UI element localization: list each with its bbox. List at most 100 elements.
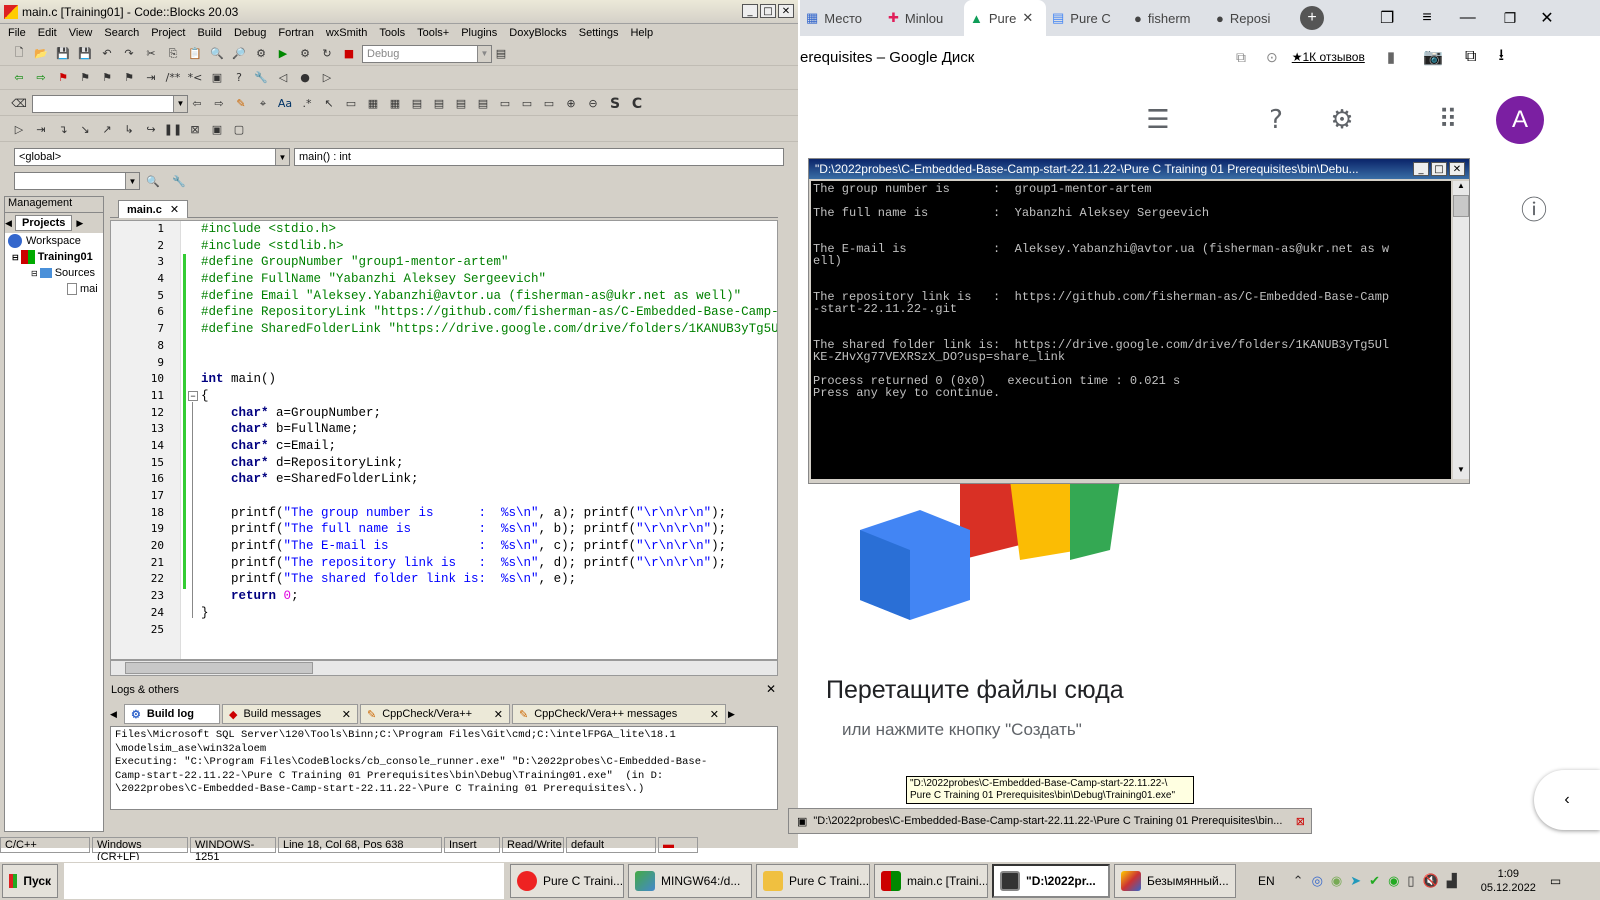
minimize-icon[interactable]: — [1460,9,1476,27]
copy-icon[interactable]: ⎘ [164,45,182,63]
sizer2-icon[interactable]: ▤ [430,95,448,113]
scroll-down-icon[interactable]: ▼ [1453,465,1469,479]
select-icon[interactable]: ⌖ [254,95,272,113]
bookmarks-icon[interactable]: ❐ [1380,8,1394,28]
back-icon[interactable]: ⇦ [10,69,28,87]
signal-icon[interactable]: ▟ [1447,873,1457,889]
step-back-icon[interactable]: ◁ [274,69,292,87]
space1-icon[interactable]: ▭ [496,95,514,113]
space2-icon[interactable]: ▭ [518,95,536,113]
step-forward-icon[interactable]: ▷ [318,69,336,87]
pointer-icon[interactable]: ↖ [320,95,338,113]
cut-icon[interactable]: ✂ [142,45,160,63]
zoom-in-icon[interactable]: ⊕ [562,95,580,113]
search-combo[interactable]: ▼ [14,172,140,190]
scroll-thumb[interactable] [125,662,313,674]
horizontal-scrollbar[interactable] [110,660,778,676]
menu-doxyblocks[interactable]: DoxyBlocks [509,27,566,39]
function-select[interactable]: main() : int [294,148,784,166]
chevron-left-icon[interactable]: ‹ [1534,770,1600,830]
step-into-icon[interactable]: ↘ [76,121,94,139]
menu-view[interactable]: View [69,27,93,39]
menu-edit[interactable]: Edit [38,27,57,39]
avatar[interactable]: A [1496,96,1544,144]
uncomment-icon[interactable]: *< [186,69,204,87]
menu-file[interactable]: File [8,27,26,39]
browser-tab[interactable]: ✚ Minlou [882,0,964,36]
regex-icon[interactable]: .* [298,95,316,113]
tab-right-icon[interactable]: ▶ [76,218,86,229]
paste-icon[interactable]: 📋 [186,45,204,63]
tree-workspace[interactable]: Workspace [5,233,103,249]
tab-build-log[interactable]: ⚙ Build log [124,704,220,724]
restore-button[interactable]: □ [1431,162,1447,176]
tree-sources[interactable]: ⊟ Sources [5,265,103,281]
prev-icon[interactable]: ⇦ [188,95,206,113]
menu-tools-plus[interactable]: Tools+ [417,27,449,39]
search-settings-icon[interactable]: 🔧 [170,172,188,190]
browser-tab[interactable]: ● fisherm [1128,0,1210,36]
scope-select[interactable]: <global> ▼ [14,148,290,166]
highlight-icon[interactable]: ✎ [232,95,250,113]
collapse-icon[interactable]: ⊟ [12,253,19,262]
close-icon[interactable]: ✕ [1022,10,1033,26]
tab-main-c[interactable]: main.c ✕ [118,200,189,218]
close-icon[interactable]: ✕ [766,682,776,696]
run-icon[interactable]: ▶ [274,45,292,63]
menu-tools[interactable]: Tools [379,27,405,39]
start-button[interactable]: Пуск [2,864,58,898]
browser-tab[interactable]: ▦ Место [800,0,882,36]
tab-build-messages[interactable]: ◆ Build messages ✕ [222,704,358,724]
show-target-icon[interactable]: ▤ [492,45,510,63]
extensions-icon[interactable]: ⧉ [1465,48,1476,66]
apps-grid-icon[interactable]: ⠿ [1428,100,1468,140]
tab-left-icon[interactable]: ◀ [5,218,15,229]
build-icon[interactable]: ⚙ [252,45,270,63]
new-file-icon[interactable]: 🗋 [10,45,28,63]
taskbar-item[interactable]: Pure C Traini... [756,864,870,898]
comment-icon[interactable]: /** [164,69,182,87]
close-button[interactable]: ✕ [778,4,794,18]
checkmark-icon[interactable]: ✔ [1369,873,1380,889]
menu-search[interactable]: Search [104,27,139,39]
code-editor[interactable]: 1 2 3 4 5 6 7 8 9 10 11 12 13 14 15 16 1… [110,220,778,660]
battery-icon[interactable]: ▯ [1407,873,1414,889]
abort-icon[interactable]: ■ [340,45,358,63]
telegram-icon[interactable]: ➤ [1350,873,1361,889]
build-target-select[interactable]: Debug ▼ [362,44,492,63]
browser-tab-active[interactable]: ▲ Pure ✕ [964,0,1046,36]
grid1-icon[interactable]: ▦ [364,95,382,113]
close-icon[interactable]: ✕ [710,708,719,721]
help-icon[interactable]: ? [230,69,248,87]
scroll-thumb[interactable] [1453,195,1469,217]
network-icon[interactable]: ◎ [1312,873,1323,889]
tab-left-icon[interactable]: ◀ [110,704,124,724]
debug-run-icon[interactable]: ▷ [10,121,28,139]
menu-plugins[interactable]: Plugins [461,27,497,39]
taskbar-item[interactable]: MINGW64:/d... [628,864,752,898]
info-icon[interactable]: ⓘ [1514,188,1554,228]
menu-project[interactable]: Project [151,27,185,39]
menu-icon[interactable]: ≡ [1422,9,1431,27]
stop-icon[interactable]: ⊠ [186,121,204,139]
bookmark-clear-icon[interactable]: ⚑ [120,69,138,87]
tree-project[interactable]: ⊟ Training01 [5,249,103,265]
cb-titlebar[interactable]: main.c [Training01] - Code::Blocks 20.03… [0,0,798,24]
menu-settings[interactable]: Settings [579,27,619,39]
next-line-icon[interactable]: ↴ [54,121,72,139]
collapse-icon[interactable]: ⊟ [31,269,38,278]
camera-icon[interactable]: 📷 [1423,47,1443,67]
redo-icon[interactable]: ↷ [120,45,138,63]
menu-build[interactable]: Build [197,27,221,39]
close-button[interactable]: ✕ [1449,162,1465,176]
bookmark-prev-icon[interactable]: ⚑ [76,69,94,87]
wx-combo[interactable]: ▼ [32,94,188,113]
tab-cppcheck[interactable]: ✎ CppCheck/Vera++ ✕ [360,704,510,724]
forward-icon[interactable]: ⇨ [32,69,50,87]
bookmark-next-icon[interactable]: ⚑ [98,69,116,87]
whatsapp-icon[interactable]: ◉ [1388,873,1399,889]
restore-button[interactable]: □ [760,4,776,18]
download-icon[interactable]: ⭳ [1498,44,1504,71]
jump-icon[interactable]: ⇥ [142,69,160,87]
taskbar-item[interactable]: main.c [Traini... [874,864,988,898]
